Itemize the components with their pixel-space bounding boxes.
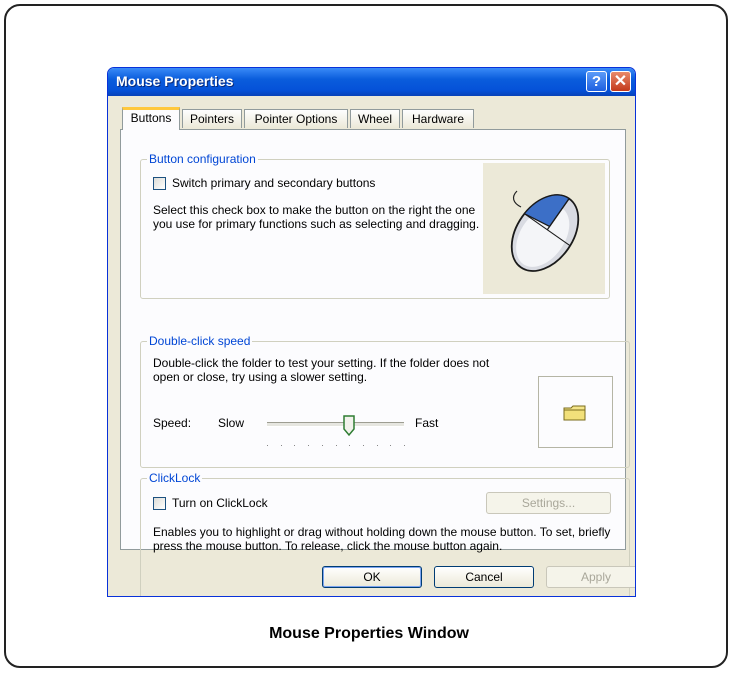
- speed-label: Speed:: [153, 416, 192, 430]
- mouse-illustration: [483, 163, 605, 294]
- title-bar[interactable]: Mouse Properties ? ✕: [108, 68, 635, 96]
- window-title: Mouse Properties: [116, 73, 234, 89]
- clicklock-label[interactable]: Turn on ClickLock: [172, 496, 268, 510]
- button-configuration-group: Button configuration Switch primary and …: [140, 152, 610, 299]
- help-icon: ?: [591, 73, 602, 90]
- clicklock-settings-button[interactable]: Settings...: [486, 492, 611, 514]
- speed-slider-thumb[interactable]: [343, 415, 355, 437]
- speed-slider-tick: [280, 445, 282, 446]
- mouse-icon: [510, 190, 580, 272]
- switch-buttons-checkbox[interactable]: [153, 177, 166, 190]
- fast-label: Fast: [415, 416, 439, 430]
- switch-buttons-label[interactable]: Switch primary and secondary buttons: [172, 176, 375, 190]
- speed-slider-tick: [321, 445, 323, 446]
- speed-slider-tick: [362, 445, 364, 446]
- clicklock-legend: ClickLock: [147, 471, 203, 485]
- buttons-tab-panel: Button configuration Switch primary and …: [120, 129, 630, 596]
- speed-slider-tick: [267, 445, 268, 446]
- double-click-speed-group: Double-click speed Double-click the fold…: [140, 334, 630, 468]
- tab-wheel[interactable]: Wheel: [350, 109, 400, 128]
- close-icon: ✕: [613, 73, 628, 90]
- button-configuration-legend: Button configuration: [147, 152, 258, 166]
- test-folder-box[interactable]: [538, 376, 613, 448]
- tab-pointers[interactable]: Pointers: [182, 109, 242, 128]
- ok-button[interactable]: OK: [322, 566, 422, 588]
- folder-icon[interactable]: [563, 404, 587, 422]
- double-click-speed-legend: Double-click speed: [147, 334, 253, 348]
- figure-caption: Mouse Properties Window: [269, 625, 469, 642]
- cancel-button[interactable]: Cancel: [434, 566, 534, 588]
- speed-slider-tick: [390, 445, 392, 446]
- help-button[interactable]: ?: [586, 71, 607, 92]
- tab-strip: Buttons Pointers Pointer Options Wheel H…: [108, 96, 635, 132]
- double-click-description: Double-click the folder to test your set…: [153, 356, 490, 384]
- close-button[interactable]: ✕: [610, 71, 631, 92]
- speed-slider-tick: [335, 445, 337, 446]
- speed-slider-tick: [308, 445, 310, 446]
- speed-slider-tick: [404, 445, 405, 446]
- tab-hardware[interactable]: Hardware: [402, 109, 474, 128]
- apply-button[interactable]: Apply: [546, 566, 635, 588]
- mouse-properties-window: Mouse Properties ? ✕ Buttons Pointers Po…: [107, 67, 636, 597]
- speed-slider-track[interactable]: [267, 422, 404, 427]
- clicklock-checkbox[interactable]: [153, 497, 166, 510]
- button-configuration-description: Select this check box to make the button…: [153, 203, 480, 231]
- tab-pointer-options[interactable]: Pointer Options: [244, 109, 348, 128]
- speed-slider-tick: [294, 445, 296, 446]
- speed-slider-tick: [376, 445, 378, 446]
- slow-label: Slow: [218, 416, 245, 430]
- speed-slider-tick: [349, 445, 351, 446]
- tab-buttons[interactable]: Buttons: [122, 107, 180, 130]
- clicklock-description: Enables you to highlight or drag without…: [153, 525, 611, 553]
